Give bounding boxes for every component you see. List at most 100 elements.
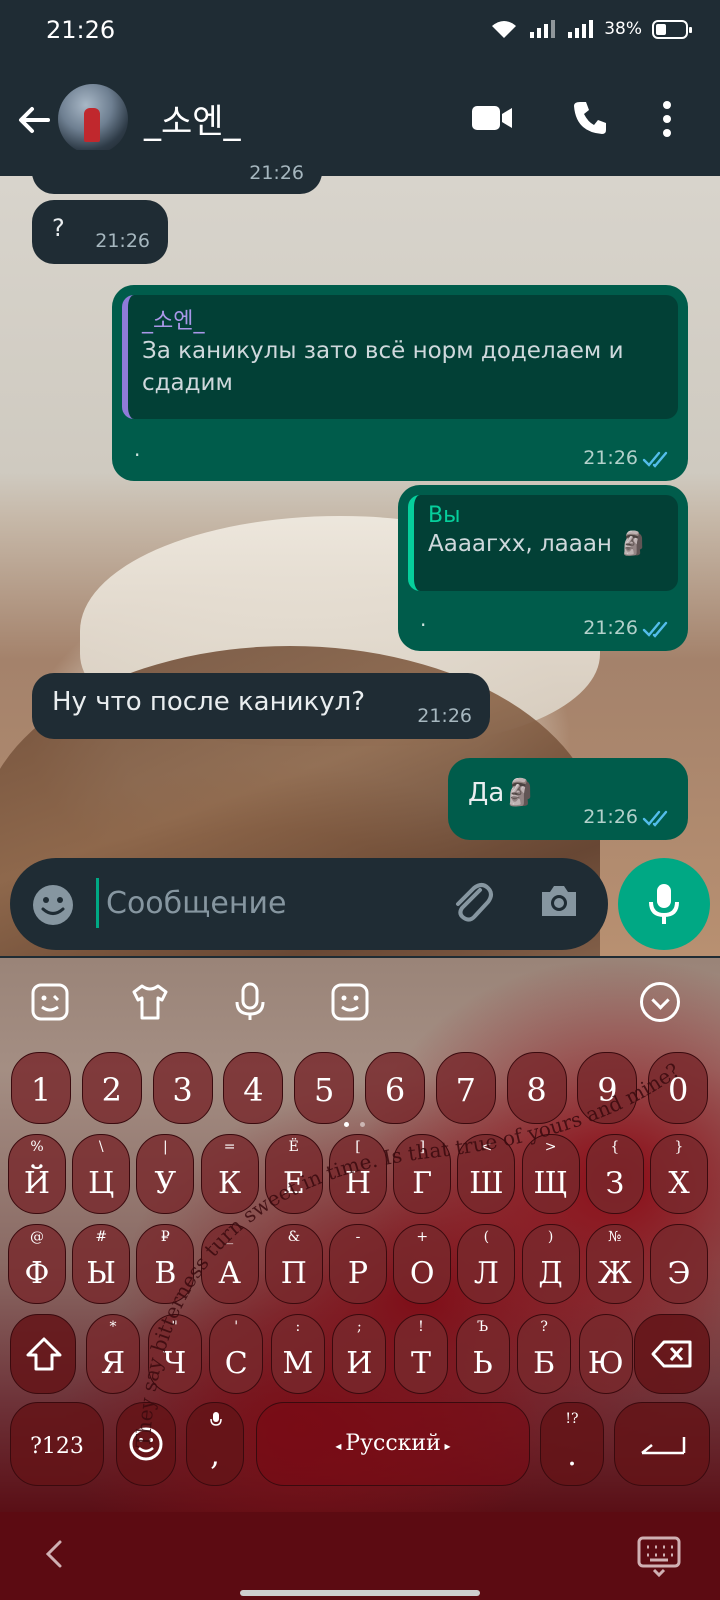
battery-percent: 38% <box>604 19 642 39</box>
emoji-icon[interactable] <box>32 884 74 926</box>
number-key[interactable]: 3 <box>152 1052 213 1124</box>
number-key[interactable]: 5 <box>294 1052 355 1124</box>
letter-key[interactable]: < Ш <box>457 1134 516 1214</box>
number-key[interactable]: 9 <box>577 1052 638 1124</box>
phone-call-icon[interactable] <box>572 100 608 136</box>
number-key[interactable]: 8 <box>506 1052 567 1124</box>
space-key[interactable]: ◂ Русский ▸ <box>256 1402 530 1486</box>
letter-key[interactable]: ₽ В <box>136 1224 195 1304</box>
key-label: Ф <box>24 1256 50 1291</box>
quoted-message[interactable]: _소엔_ За каникулы зато всё норм доделаем … <box>122 295 678 419</box>
backspace-key[interactable] <box>634 1314 710 1394</box>
letter-key[interactable]: № Ж <box>585 1224 644 1304</box>
voice-input-icon[interactable] <box>230 982 270 1022</box>
key-hint: ] <box>419 1139 425 1155</box>
key-label: Я <box>100 1346 126 1381</box>
emoji-keyboard-icon[interactable] <box>330 982 370 1022</box>
letter-key[interactable]: ' С <box>209 1314 264 1394</box>
signal-icon <box>530 20 556 38</box>
number-key[interactable]: 6 <box>365 1052 425 1124</box>
emoji-key[interactable] <box>116 1402 176 1486</box>
letter-key[interactable]: (Л <box>457 1224 516 1304</box>
voice-message-button[interactable] <box>618 858 710 950</box>
letter-key[interactable]: % Й <box>8 1134 66 1214</box>
letter-key[interactable]: | У <box>136 1134 195 1214</box>
letter-key[interactable]: " Ч <box>147 1314 202 1394</box>
letter-key[interactable]: ; И <box>332 1314 387 1394</box>
symbols-key[interactable]: ?123 <box>10 1402 104 1486</box>
number-key[interactable]: 1 <box>11 1052 71 1124</box>
letter-key[interactable]: -Р <box>329 1224 387 1304</box>
nav-back-icon[interactable] <box>40 1536 70 1572</box>
letter-key[interactable]: = К <box>200 1134 259 1214</box>
message-time: 21:26 <box>249 162 304 184</box>
letter-key[interactable]: ) Д <box>521 1224 580 1304</box>
letter-key[interactable]: ] Г <box>393 1134 452 1214</box>
key-label: Ь <box>472 1346 493 1381</box>
message-text: ? <box>52 214 65 242</box>
letter-key[interactable]: Э <box>650 1224 708 1304</box>
comma-key[interactable]: , <box>186 1402 244 1486</box>
quoted-message[interactable]: Вы Аааагхх, лааан 🗿 <box>408 495 678 591</box>
key-label: И <box>346 1346 373 1381</box>
letter-key[interactable]: {З <box>585 1134 644 1214</box>
period-key[interactable]: !?. <box>540 1402 604 1486</box>
message-outgoing[interactable]: Да🗿 21:26 <box>448 758 688 840</box>
read-ticks-icon <box>642 810 668 827</box>
number-key[interactable]: 0 <box>648 1052 709 1124</box>
key-hint: < <box>480 1139 493 1155</box>
theme-icon[interactable] <box>130 982 170 1022</box>
key-label: В <box>154 1256 177 1291</box>
more-options-icon[interactable] <box>662 100 672 138</box>
key-label: М <box>282 1346 314 1381</box>
letter-key[interactable]: \ Ц <box>72 1134 131 1214</box>
number-key[interactable]: 2 <box>81 1052 142 1124</box>
number-key[interactable]: 4 <box>223 1052 284 1124</box>
video-call-icon[interactable] <box>472 104 514 132</box>
collapse-keyboard-icon[interactable] <box>640 982 680 1022</box>
enter-key[interactable] <box>614 1402 710 1486</box>
letter-key[interactable]: ЪЬ <box>455 1314 510 1394</box>
letter-key[interactable]: _ А <box>200 1224 259 1304</box>
letter-key[interactable]: @ Ф <box>8 1224 66 1304</box>
back-arrow-icon[interactable] <box>14 100 54 140</box>
language-label: ◂ Русский ▸ <box>257 1431 529 1456</box>
message-outgoing[interactable]: Вы Аааагхх, лааан 🗿 · 21:26 <box>398 485 688 651</box>
gesture-handle[interactable] <box>240 1590 480 1596</box>
message-incoming[interactable]: Ну что после каникул? 21:26 <box>32 673 490 739</box>
letter-key[interactable]: Ю <box>578 1314 633 1394</box>
attach-icon[interactable] <box>450 880 494 926</box>
letter-key[interactable]: [Н <box>329 1134 387 1214</box>
key-label: 9 <box>597 1071 618 1109</box>
status-time: 21:26 <box>46 16 116 44</box>
letter-key[interactable]: > Щ <box>521 1134 580 1214</box>
shift-key[interactable] <box>10 1314 76 1394</box>
message-incoming[interactable]: ? 21:26 <box>32 200 168 264</box>
letter-key[interactable]: & П <box>264 1224 323 1304</box>
camera-icon[interactable] <box>538 880 580 922</box>
message-input[interactable] <box>106 872 436 934</box>
key-hint: ( <box>483 1229 490 1245</box>
keyboard-switch-icon[interactable] <box>636 1532 682 1578</box>
message-outgoing[interactable]: _소엔_ За каникулы зато всё норм доделаем … <box>112 285 688 481</box>
sticker-icon[interactable] <box>30 982 70 1022</box>
letter-key[interactable]: # Ы <box>72 1224 131 1304</box>
avatar[interactable] <box>58 84 128 154</box>
letter-key[interactable]: ? Б <box>517 1314 572 1394</box>
letter-key[interactable]: + О <box>393 1224 452 1304</box>
key-label: Д <box>538 1256 563 1291</box>
letter-key[interactable]: * Я <box>86 1314 140 1394</box>
read-ticks-icon <box>642 621 668 638</box>
key-label: 8 <box>526 1071 547 1109</box>
message-composer <box>10 858 608 950</box>
contact-name[interactable]: _소엔_ <box>144 94 241 143</box>
battery-icon <box>652 19 692 39</box>
letter-key[interactable]: ! Т <box>394 1314 448 1394</box>
key-hint: % <box>30 1139 44 1155</box>
letter-key[interactable]: ЁЕ <box>264 1134 323 1214</box>
letter-key[interactable]: :М <box>270 1314 325 1394</box>
letter-key[interactable]: } Х <box>650 1134 708 1214</box>
message-incoming[interactable]: 21:26 <box>32 150 322 194</box>
keyboard-toolbar <box>0 958 720 1046</box>
number-key[interactable]: 7 <box>435 1052 496 1124</box>
